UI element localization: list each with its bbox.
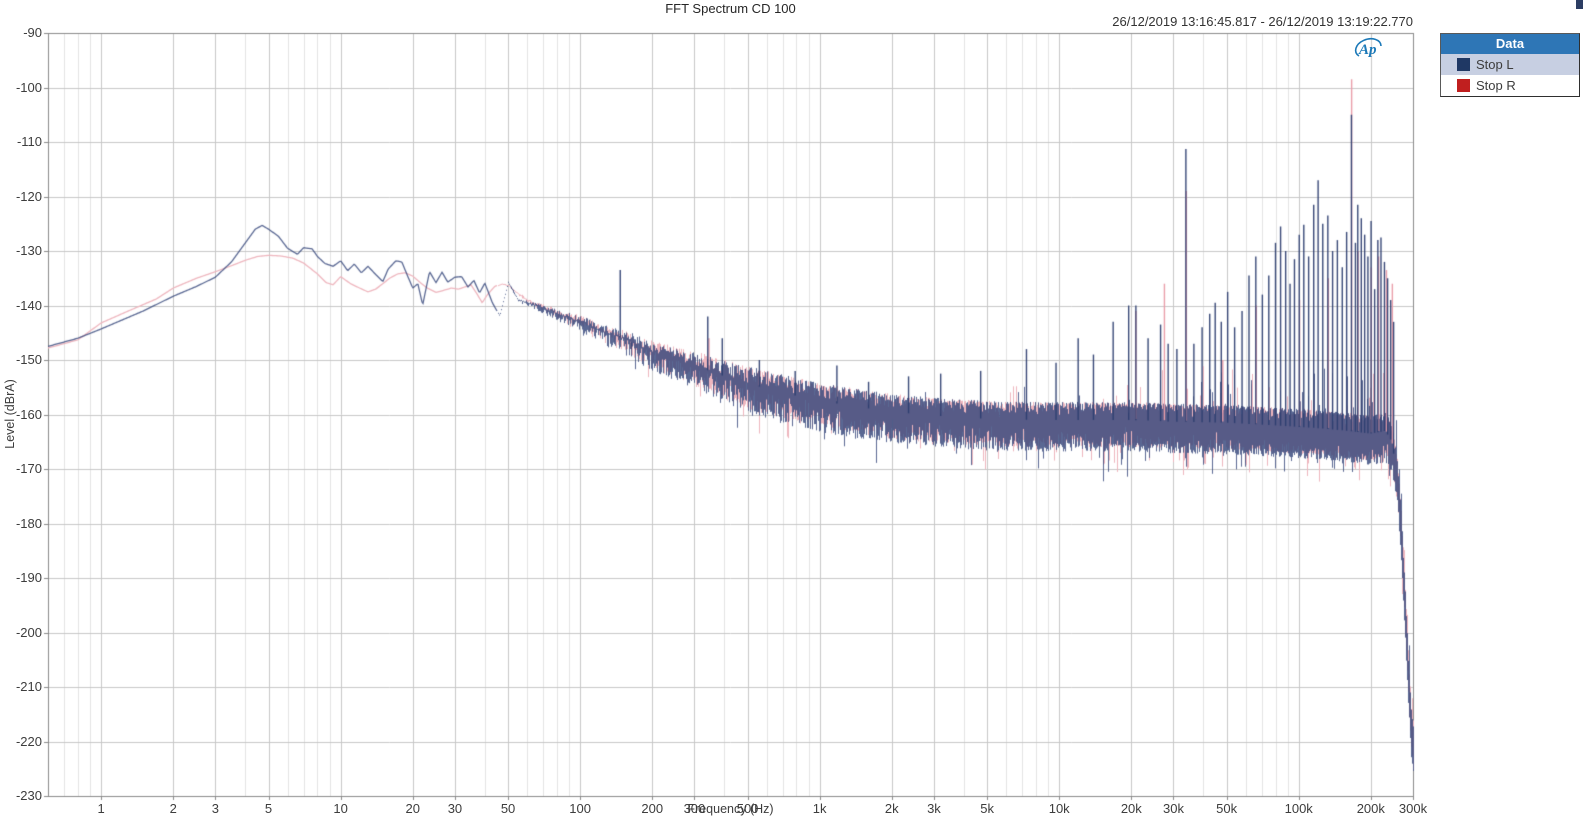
y-tick-label: -150 (0, 352, 42, 367)
legend-row-stop-l[interactable]: Stop L (1441, 54, 1579, 75)
window-edge-decoration (1576, 0, 1583, 9)
x-tick-label: 50 (478, 801, 538, 816)
x-tick-label: 3 (185, 801, 245, 816)
x-tick-label: 5k (957, 801, 1017, 816)
y-tick-label: -190 (0, 570, 42, 585)
y-tick-label: -230 (0, 788, 42, 803)
legend-rows: Stop L Stop R (1441, 54, 1579, 96)
y-tick-label: -120 (0, 189, 42, 204)
chart-canvas[interactable] (0, 0, 1583, 827)
y-tick-label: -160 (0, 407, 42, 422)
x-tick-label: 10k (1029, 801, 1089, 816)
time-range-label: 26/12/2019 13:16:45.817 - 26/12/2019 13:… (1112, 14, 1413, 29)
x-tick-label: 10 (311, 801, 371, 816)
legend-row-stop-r[interactable]: Stop R (1441, 75, 1579, 96)
x-tick-label: 1 (71, 801, 131, 816)
x-tick-label: 5 (239, 801, 299, 816)
legend-panel: Data Stop L Stop R (1440, 33, 1580, 97)
x-tick-label: 500 (718, 801, 778, 816)
x-tick-label: 3k (904, 801, 964, 816)
legend-label: Stop L (1476, 57, 1514, 72)
legend-swatch (1457, 79, 1470, 92)
x-tick-label: 300 (664, 801, 724, 816)
legend-label: Stop R (1476, 78, 1516, 93)
x-tick-label: 50k (1197, 801, 1257, 816)
x-tick-label: 100 (550, 801, 610, 816)
svg-text:Ap: Ap (1358, 42, 1377, 58)
y-tick-label: -140 (0, 298, 42, 313)
y-tick-label: -210 (0, 679, 42, 694)
y-tick-label: -100 (0, 80, 42, 95)
y-tick-label: -200 (0, 625, 42, 640)
x-tick-label: 100k (1269, 801, 1329, 816)
y-tick-label: -220 (0, 734, 42, 749)
y-tick-label: -130 (0, 243, 42, 258)
x-tick-label: 300k (1383, 801, 1443, 816)
x-tick-label: 1k (790, 801, 850, 816)
y-tick-label: -90 (0, 25, 42, 40)
legend-swatch (1457, 58, 1470, 71)
y-tick-label: -170 (0, 461, 42, 476)
x-tick-label: 30 (425, 801, 485, 816)
x-tick-label: 30k (1143, 801, 1203, 816)
y-tick-label: -110 (0, 134, 42, 149)
fft-spectrum-window: FFT Spectrum CD 100 26/12/2019 13:16:45.… (0, 0, 1583, 827)
y-tick-label: -180 (0, 516, 42, 531)
ap-logo-icon: Ap (1350, 35, 1390, 63)
legend-header: Data (1441, 34, 1579, 54)
